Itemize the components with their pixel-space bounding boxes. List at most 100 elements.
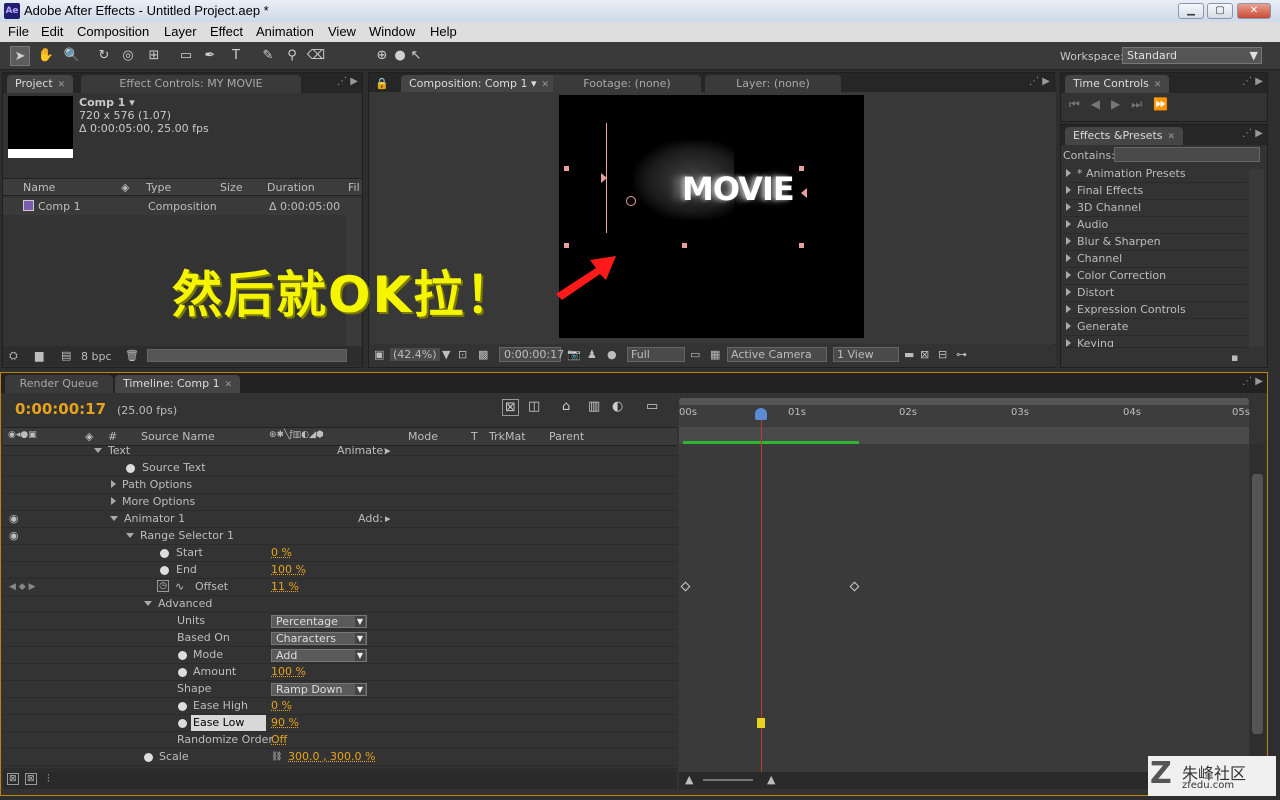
property-row-scale[interactable]: Scale ⛓ 300.0 , 300.0 % bbox=[3, 749, 677, 766]
scroll-thumb[interactable] bbox=[1252, 474, 1263, 734]
maximize-button[interactable]: ▢ bbox=[1207, 3, 1233, 19]
label-column-icon[interactable]: ◈ bbox=[85, 430, 93, 443]
menu-file[interactable]: File bbox=[8, 24, 29, 39]
composition-canvas[interactable]: MOVIE bbox=[559, 95, 864, 338]
expand-arrow-icon[interactable] bbox=[1066, 271, 1071, 279]
view-layout-dropdown[interactable]: 1 View bbox=[833, 347, 899, 362]
property-row-ease-high[interactable]: Ease High 0 % bbox=[3, 698, 677, 715]
column-parent[interactable]: Parent bbox=[549, 430, 584, 443]
bbox-handle[interactable] bbox=[564, 243, 569, 248]
tab-composition[interactable]: Composition: Comp 1 ▾ ✕ bbox=[401, 75, 558, 93]
property-row-offset[interactable]: ◀ ◆ ▶ ◷ ∿ Offset 11 % bbox=[3, 579, 677, 596]
effects-category-item[interactable]: Distort bbox=[1062, 285, 1247, 302]
bbox-handle[interactable] bbox=[799, 166, 804, 171]
expand-pane-icon[interactable]: ⫶ bbox=[47, 772, 50, 786]
menu-edit[interactable]: Edit bbox=[41, 24, 63, 39]
effects-category-item[interactable]: Color Correction bbox=[1062, 268, 1247, 285]
column-mode[interactable]: Mode bbox=[408, 430, 438, 443]
axis-mode-icon[interactable]: ⊕ bbox=[372, 46, 392, 66]
property-value[interactable]: 0 % bbox=[271, 545, 292, 561]
property-row-mode[interactable]: Mode Add bbox=[3, 647, 677, 664]
tab-render-queue[interactable]: Render Queue bbox=[5, 375, 113, 393]
hand-tool-icon[interactable]: ✋ bbox=[36, 46, 56, 66]
bbox-handle[interactable] bbox=[564, 166, 569, 171]
effects-category-item[interactable]: * Animation Presets bbox=[1062, 166, 1247, 183]
new-composition-icon[interactable]: ▤ bbox=[61, 349, 71, 362]
menu-layer[interactable]: Layer bbox=[164, 24, 197, 39]
effects-category-item[interactable]: Generate bbox=[1062, 319, 1247, 336]
property-row-advanced[interactable]: Advanced bbox=[3, 596, 677, 613]
expand-arrow-icon[interactable] bbox=[1066, 305, 1071, 313]
expand-arrow-icon[interactable] bbox=[1066, 220, 1071, 228]
graph-editor-icon[interactable]: ▭ bbox=[646, 399, 658, 414]
expand-arrow-icon[interactable] bbox=[110, 516, 118, 521]
selection-tool-icon[interactable]: ➤ bbox=[10, 46, 30, 66]
pan-behind-tool-icon[interactable]: ⊞ bbox=[144, 46, 164, 66]
property-row-end[interactable]: End 100 % bbox=[3, 562, 677, 579]
graph-icon[interactable]: ∿ bbox=[175, 579, 184, 595]
comp-name-label[interactable]: Comp 1 ▾ bbox=[79, 96, 135, 109]
menu-effect[interactable]: Effect bbox=[210, 24, 243, 39]
eye-icon[interactable]: ◉ bbox=[9, 528, 19, 544]
expand-arrow-icon[interactable] bbox=[144, 601, 152, 606]
expand-arrow-icon[interactable] bbox=[1066, 288, 1071, 296]
column-name[interactable]: Name bbox=[23, 181, 55, 194]
effects-search-input[interactable] bbox=[1114, 147, 1260, 162]
column-file[interactable]: Fil bbox=[348, 181, 360, 194]
effects-category-item[interactable]: 3D Channel bbox=[1062, 200, 1247, 217]
interpret-footage-icon[interactable]: ⛭ bbox=[9, 349, 18, 363]
pen-tool-icon[interactable]: ✒ bbox=[200, 46, 220, 66]
column-number[interactable]: # bbox=[108, 430, 117, 443]
live-update-icon[interactable]: ⊠ bbox=[502, 399, 519, 416]
new-folder-icon[interactable]: ▆ bbox=[35, 349, 43, 362]
constrain-proportions-icon[interactable]: ⛓ bbox=[271, 749, 282, 765]
animate-menu[interactable]: Animate: bbox=[337, 446, 387, 455]
property-value[interactable]: 0 % bbox=[271, 698, 292, 714]
playback-buttons[interactable]: ⏮◀▶⏭⏩ bbox=[1069, 97, 1179, 112]
region-of-interest-icon[interactable]: ▭ bbox=[690, 348, 700, 361]
close-window-button[interactable]: ✕ bbox=[1237, 3, 1271, 19]
units-dropdown[interactable]: Percentage bbox=[271, 615, 367, 628]
column-size[interactable]: Size bbox=[220, 181, 243, 194]
expand-arrow-icon[interactable] bbox=[1066, 169, 1071, 177]
stopwatch-icon[interactable] bbox=[178, 719, 187, 728]
layer-switches-icon[interactable]: ⊕✱╲ƒ▥◐◢⬢ bbox=[269, 430, 324, 440]
toggle-switches-icon[interactable]: ⊠ bbox=[7, 773, 19, 785]
frame-blending-icon[interactable]: ▥ bbox=[588, 399, 600, 414]
property-value[interactable]: 100 % bbox=[271, 562, 306, 578]
snapshot-icon[interactable]: 📷 bbox=[567, 348, 581, 361]
add-menu[interactable]: Add: bbox=[358, 511, 383, 527]
selector-end-marker[interactable] bbox=[801, 188, 807, 198]
tab-footage[interactable]: Footage: (none) bbox=[553, 75, 701, 93]
color-channels-icon[interactable]: ● bbox=[607, 348, 617, 361]
close-icon[interactable]: ✕ bbox=[58, 80, 66, 90]
tab-effect-controls[interactable]: Effect Controls: MY MOVIE bbox=[81, 75, 301, 93]
expand-arrow-icon[interactable] bbox=[1066, 339, 1071, 347]
menu-composition[interactable]: Composition bbox=[77, 24, 149, 39]
chevron-down-icon[interactable]: ▼ bbox=[442, 348, 450, 361]
effects-category-item[interactable]: Blur & Sharpen bbox=[1062, 234, 1247, 251]
view-axis-icon[interactable]: ↖ bbox=[406, 46, 426, 66]
zoom-in-icon[interactable]: ▲ bbox=[767, 773, 775, 786]
stopwatch-icon[interactable] bbox=[160, 549, 169, 558]
selected-keyframe-marker[interactable] bbox=[757, 718, 765, 728]
expand-arrow-icon[interactable] bbox=[1066, 237, 1071, 245]
shape-dropdown[interactable]: Ramp Down bbox=[271, 683, 367, 696]
panel-menu-icon[interactable]: ⋰ ▶ bbox=[1242, 128, 1263, 139]
expand-arrow-icon[interactable] bbox=[111, 480, 116, 488]
eraser-tool-icon[interactable]: ⌫ bbox=[306, 46, 326, 66]
magnification-dropdown[interactable]: (42.4%) bbox=[390, 348, 440, 361]
orbit-camera-tool-icon[interactable]: ◎ bbox=[118, 46, 138, 66]
property-value[interactable]: 11 % bbox=[271, 579, 299, 595]
expand-arrow-icon[interactable] bbox=[94, 448, 102, 453]
effects-category-item[interactable]: Expression Controls bbox=[1062, 302, 1247, 319]
expand-arrow-icon[interactable] bbox=[1066, 186, 1071, 194]
resolution-dropdown[interactable]: Full bbox=[627, 347, 685, 362]
close-icon[interactable]: ✕ bbox=[1168, 132, 1176, 142]
zoom-out-icon[interactable]: ▲ bbox=[685, 773, 693, 786]
workspace-dropdown[interactable]: Standard ▼ bbox=[1122, 47, 1262, 64]
property-row-animator[interactable]: ◉ Animator 1 Add: ▸ bbox=[3, 511, 677, 528]
add-circle-icon[interactable]: ▸ bbox=[385, 446, 391, 455]
property-row-ease-low[interactable]: Ease Low 90 % bbox=[3, 715, 677, 732]
bit-depth-label[interactable]: 8 bpc bbox=[81, 350, 112, 363]
